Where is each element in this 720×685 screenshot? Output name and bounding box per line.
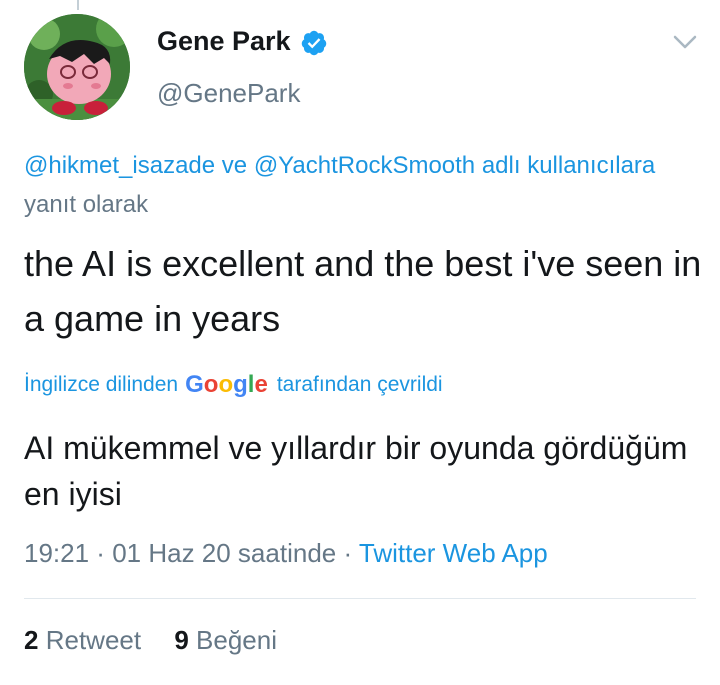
translation-attribution[interactable]: İngilizce dilinden Google tarafından çev… <box>24 371 443 399</box>
translation-prefix: İngilizce dilinden <box>24 373 179 396</box>
tweet-time[interactable]: 19:21 <box>24 538 89 568</box>
tweet-date[interactable]: 01 Haz 20 saatinde <box>112 538 336 568</box>
engagement-stats: 2 Retweet 9 Beğeni <box>24 625 303 656</box>
translated-text: AI mükemmel ve yıllardır bir oyunda görd… <box>24 430 688 512</box>
divider <box>24 598 696 599</box>
mention-link[interactable]: @YachtRockSmooth <box>254 152 475 179</box>
author-name[interactable]: Gene Park <box>157 26 291 57</box>
reply-connector[interactable]: ve <box>215 152 254 179</box>
translation-suffix: tarafından çevrildi <box>276 373 443 396</box>
chevron-down-icon[interactable] <box>672 32 698 52</box>
reply-users-link[interactable]: adlı kullanıcılara <box>475 152 655 179</box>
mention-link[interactable]: @hikmet_isazade <box>24 152 215 179</box>
retweets-label: Retweet <box>45 625 142 655</box>
avatar-image <box>24 14 130 120</box>
likes-stat[interactable]: 9 Beğeni <box>174 625 277 655</box>
avatar[interactable] <box>24 14 130 120</box>
tweet-text: the AI is excellent and the best i've se… <box>24 243 702 339</box>
thread-connector-line <box>77 0 79 10</box>
reply-context: @hikmet_isazade ve @YachtRockSmooth adlı… <box>24 146 684 224</box>
meta-separator: · <box>89 538 113 568</box>
retweets-stat[interactable]: 2 Retweet <box>24 625 141 655</box>
tweet-metadata: 19:21 · 01 Haz 20 saatinde · Twitter Web… <box>24 538 548 569</box>
author-handle[interactable]: @GenePark <box>157 78 300 109</box>
retweets-count: 2 <box>24 625 39 655</box>
source-app-link[interactable]: Twitter Web App <box>359 538 548 568</box>
verified-badge-icon <box>301 30 327 56</box>
meta-separator: · <box>336 538 359 568</box>
likes-label: Beğeni <box>196 625 277 655</box>
reply-context-label: yanıt olarak <box>24 191 149 218</box>
google-logo: Google <box>185 371 268 398</box>
likes-count: 9 <box>174 625 189 655</box>
